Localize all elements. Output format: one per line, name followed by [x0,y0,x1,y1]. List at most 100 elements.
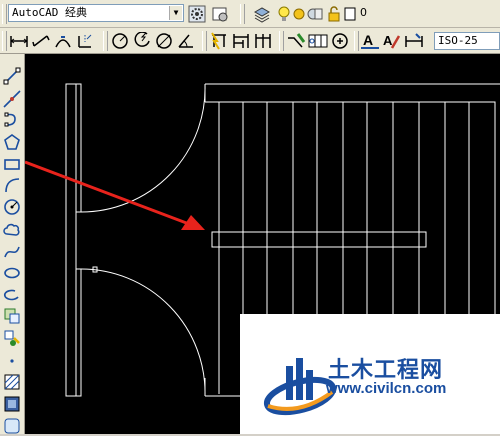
watermark-url: www.civilcn.com [326,380,447,397]
dimstyle-dropdown-value: ISO-25 [438,34,478,47]
tolerance-icon [308,34,328,48]
toolbar-grip[interactable] [202,31,207,51]
hatch-icon [4,374,20,390]
door-swing-arc-upper [80,83,206,213]
arc-button[interactable] [2,175,22,195]
linear-dimension-icon [10,36,28,47]
leader-icon [288,33,306,48]
radius-icon [112,33,128,49]
layers-icon [253,7,271,23]
toolbar-grip[interactable] [103,31,108,51]
cloud-icon [3,223,20,236]
circle-button[interactable] [2,197,22,217]
quick-dimension-icon [211,32,226,50]
angular-icon [178,34,193,48]
dimension-edit-icon: A [361,32,379,49]
insert-block-button[interactable] [2,306,22,326]
continue-dimension-button[interactable] [253,31,273,51]
make-block-icon [4,330,20,346]
workspace-dropdown-value: AutoCAD 经典 [12,6,87,19]
rectangle-icon [4,159,20,170]
center-mark-icon [332,33,348,49]
make-block-button[interactable] [2,328,22,348]
dimension-toolbar: A A ISO-25 [0,28,500,54]
gear-icon [188,5,206,23]
workspace-icon [212,7,228,22]
current-layer-name[interactable]: 0 [360,6,367,19]
toolbar-grip[interactable] [2,31,7,51]
line-icon [3,67,21,85]
polygon-icon [4,134,20,150]
ordinate-dimension-button[interactable] [75,31,95,51]
gradient-button[interactable] [2,394,22,414]
chevron-down-icon[interactable]: ▼ [169,6,182,20]
line-button[interactable] [2,66,22,86]
toolbar-grip[interactable] [2,4,7,24]
ellipse-icon [4,267,20,279]
linear-dimension-button[interactable] [9,31,29,51]
dimedit-button[interactable]: A [360,31,380,51]
lock-icon [328,6,340,22]
point-icon [10,359,14,363]
spline-button[interactable] [2,242,22,262]
polyline-button[interactable] [2,110,22,130]
sun-icon [293,8,305,20]
door-swing-arc-lower [80,268,206,397]
region-icon [4,418,20,434]
insert-block-icon [4,308,20,324]
tolerance-button[interactable] [308,31,328,51]
rectangle-button[interactable] [2,154,22,174]
viewport-icon [307,8,323,20]
toolbar-grip[interactable] [354,31,359,51]
watermark: 土木工程网 www.civilcn.com [240,314,500,434]
ellipse-arc-icon [3,289,19,301]
jogged-dimension-button[interactable] [132,31,152,51]
continue-icon [255,34,271,48]
dimstyle-dropdown[interactable]: ISO-25 [434,32,500,50]
ordinate-dimension-icon [78,34,92,48]
wall-jamb-outer [65,83,77,397]
xline-icon [3,90,21,108]
dimtedit-button[interactable]: A [382,31,402,51]
dimension-update-button[interactable] [404,31,424,51]
hatch-button[interactable] [2,372,22,392]
quick-dimension-button[interactable] [209,31,229,51]
angular-dimension-button[interactable] [176,31,196,51]
ellipse-arc-button[interactable] [2,285,22,305]
layer-viewport-toggle[interactable] [305,4,325,24]
revision-cloud-button[interactable] [2,220,22,240]
jogged-icon [134,32,150,47]
baseline-icon [233,34,249,48]
layer-color-swatch[interactable] [340,4,360,24]
construction-line-button[interactable] [2,89,22,109]
my-workspace-button[interactable] [210,4,230,24]
dimension-update-icon [405,33,423,47]
toolbar-grip[interactable] [279,31,284,51]
workspace-settings-button[interactable] [187,4,207,24]
arc-icon [5,178,20,193]
polygon-button[interactable] [2,132,22,152]
draw-toolbar [0,54,25,434]
toolbar-grip[interactable] [240,4,245,24]
wall-jamb-lower [76,268,82,397]
arc-length-button[interactable] [53,31,73,51]
annotation-arrow [25,160,205,230]
svg-text:A: A [363,32,373,48]
drawn-rectangle[interactable] [211,231,427,248]
layer-properties-button[interactable] [252,4,272,24]
diameter-dimension-button[interactable] [154,31,174,51]
diameter-icon [156,33,172,49]
baseline-dimension-button[interactable] [231,31,251,51]
center-mark-button[interactable] [330,31,350,51]
region-button[interactable] [2,416,22,436]
workspace-dropdown[interactable]: AutoCAD 经典 ▼ [8,4,184,22]
radius-dimension-button[interactable] [110,31,130,51]
qleader-button[interactable] [286,31,306,51]
aligned-dimension-button[interactable] [31,31,51,51]
workspace-toolbar: AutoCAD 经典 ▼ 0 [0,0,500,28]
circle-icon [4,199,20,215]
dimension-text-edit-icon: A [383,33,401,49]
gradient-icon [4,396,20,412]
point-button[interactable] [2,351,22,371]
ellipse-button[interactable] [2,263,22,283]
